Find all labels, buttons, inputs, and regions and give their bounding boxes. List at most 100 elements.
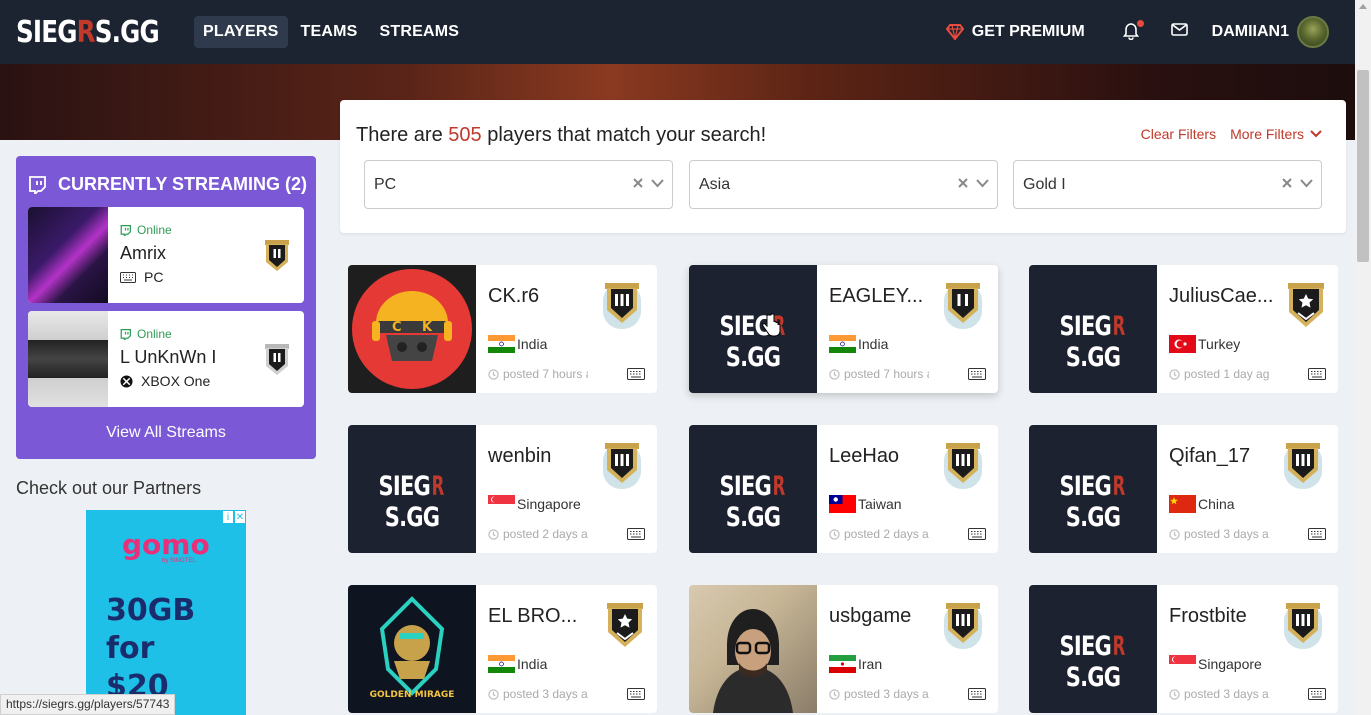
platform-filter-select[interactable]: PC — [364, 160, 673, 209]
platform-filter-value: PC — [374, 176, 397, 193]
posted-time: posted 3 days ago — [1169, 527, 1269, 541]
username[interactable]: DAMIIAN1 — [1212, 23, 1289, 41]
page-scrollbar[interactable] — [1355, 0, 1371, 715]
currently-streaming-panel: CURRENTLY STREAMING (2) Online Amrix PC … — [16, 156, 316, 459]
site-logo[interactable]: SIEGRS.GG — [16, 14, 190, 50]
player-name[interactable]: LeeHao — [829, 445, 899, 468]
player-card[interactable]: SIEGRS.GG EAGLEY... India posted 7 hours… — [689, 265, 998, 393]
golden-mirage-logo-icon: GOLDEN MIRAGE — [370, 596, 454, 700]
clear-filters-link[interactable]: Clear Filters — [1141, 126, 1216, 142]
stream-card-amrix[interactable]: Online Amrix PC — [28, 207, 304, 303]
player-card[interactable]: GOLDEN MIRAGE EL BRO... India posted 3 d… — [348, 585, 657, 713]
pc-keyboard-icon — [968, 687, 986, 705]
rank-champion-icon — [605, 601, 645, 656]
clock-icon — [488, 368, 499, 380]
flag-iran-icon — [829, 655, 856, 673]
streamer-name[interactable]: L UnKnWn I — [120, 347, 216, 368]
view-all-streams-link[interactable]: View All Streams — [16, 424, 316, 442]
player-name[interactable]: Frostbite — [1169, 605, 1247, 628]
main-nav: PLAYERS TEAMS STREAMS — [194, 16, 468, 48]
rank-gold-icon — [262, 239, 292, 278]
player-name[interactable]: EAGLEY... — [829, 285, 923, 308]
player-country: Turkey — [1169, 335, 1240, 353]
player-card[interactable]: SIEGRS.GG Frostbite Singapore posted 3 d… — [1029, 585, 1338, 713]
player-name[interactable]: wenbin — [488, 445, 551, 468]
summary-suffix: players that match your search! — [487, 124, 767, 146]
player-country: Singapore — [488, 495, 581, 513]
clear-x-icon[interactable] — [958, 178, 968, 188]
chevron-down-icon[interactable] — [976, 178, 989, 188]
clock-icon — [1169, 528, 1180, 540]
notifications-button[interactable] — [1122, 20, 1144, 42]
rank-silver-icon — [940, 601, 986, 656]
ad-line: 30GB — [106, 593, 196, 628]
partner-ad[interactable]: i ✕ gomo by SINGTEL 30GB for $20 — [86, 510, 246, 715]
player-card[interactable]: SIEGRS.GG Qifan_17 China posted 3 days a… — [1029, 425, 1338, 553]
posted-text: posted 1 day ago — [1184, 367, 1269, 381]
posted-time: posted 2 days ago — [488, 527, 588, 541]
get-premium-link[interactable]: GET PREMIUM — [945, 23, 1085, 41]
rank-filter-value: Gold I — [1023, 176, 1066, 193]
player-card[interactable]: SIEGRS.GG JuliusCae... Turkey posted 1 d… — [1029, 265, 1338, 393]
streamer-name[interactable]: Amrix — [120, 243, 166, 264]
clear-x-icon[interactable] — [633, 178, 643, 188]
rank-filter-select[interactable]: Gold I — [1013, 160, 1322, 209]
online-status: Online — [120, 327, 172, 341]
logo-accent-letter: R — [431, 471, 445, 502]
player-avatar[interactable]: SIEGRS.GG — [348, 425, 476, 553]
chevron-down-icon[interactable] — [651, 178, 664, 188]
pc-keyboard-icon — [968, 367, 986, 385]
siegrs-logo-text: SIEGRS.GG — [1059, 471, 1125, 533]
stream-thumbnail[interactable] — [28, 311, 108, 407]
player-avatar[interactable]: C K — [348, 265, 476, 393]
player-avatar[interactable]: SIEGRS.GG — [1029, 425, 1157, 553]
chevron-down-icon[interactable] — [1310, 130, 1322, 138]
ad-close-icon[interactable]: ✕ — [234, 510, 246, 524]
player-avatar[interactable]: SIEGRS.GG — [1029, 585, 1157, 713]
player-card[interactable]: SIEGRS.GG LeeHao Taiwan posted 2 days ag… — [689, 425, 998, 553]
pc-keyboard-icon — [1308, 687, 1326, 705]
player-avatar[interactable] — [689, 585, 817, 713]
filter-links: Clear Filters More Filters — [1141, 126, 1322, 142]
flag-singapore-icon — [1169, 655, 1196, 673]
player-name[interactable]: CK.r6 — [488, 285, 539, 308]
player-avatar[interactable]: SIEGRS.GG — [1029, 265, 1157, 393]
player-name[interactable]: usbgame — [829, 605, 911, 628]
player-avatar[interactable]: SIEGRS.GG — [689, 425, 817, 553]
nav-players[interactable]: PLAYERS — [194, 16, 288, 48]
logo-accent-letter: R — [1112, 631, 1126, 662]
scroll-up-arrow-icon[interactable] — [1359, 4, 1367, 9]
posted-text: posted 7 hours ago — [844, 367, 929, 381]
ad-line: for — [106, 631, 155, 666]
posted-time: posted 3 days ago — [488, 687, 588, 701]
player-card[interactable]: usbgame Iran posted 3 days ago — [689, 585, 998, 713]
stream-card-unknwn[interactable]: Online L UnKnWn I XBOX One — [28, 311, 304, 407]
player-name[interactable]: JuliusCae... — [1169, 285, 1274, 308]
clear-x-icon[interactable] — [1282, 178, 1292, 188]
player-name[interactable]: EL BRO... — [488, 605, 577, 628]
siegrs-logo: SIEGRS.GG — [348, 471, 476, 533]
posted-text: posted 3 days ago — [503, 687, 588, 701]
online-status: Online — [120, 223, 172, 237]
nav-streams[interactable]: STREAMS — [371, 16, 469, 48]
ad-brand: gomo — [122, 528, 210, 561]
player-card[interactable]: SIEGRS.GG wenbin Singapore posted 2 days… — [348, 425, 657, 553]
more-filters-link[interactable]: More Filters — [1230, 126, 1304, 142]
region-filter-select[interactable]: Asia — [689, 160, 998, 209]
posted-time: posted 7 hours ago — [488, 367, 588, 381]
user-avatar[interactable] — [1297, 16, 1329, 48]
messages-button[interactable] — [1170, 23, 1188, 41]
ad-info-icon[interactable]: i — [222, 510, 234, 524]
player-card[interactable]: C K CK.r6 India posted 7 hours ago — [348, 265, 657, 393]
flag-singapore-icon — [488, 495, 515, 513]
player-name[interactable]: Qifan_17 — [1169, 445, 1250, 468]
ad-choices[interactable]: i ✕ — [222, 510, 246, 524]
stream-thumbnail[interactable] — [28, 207, 108, 303]
pc-keyboard-icon — [627, 687, 645, 705]
scrollbar-thumb[interactable] — [1357, 70, 1369, 262]
player-avatar[interactable]: GOLDEN MIRAGE — [348, 585, 476, 713]
player-avatar[interactable]: SIEGRS.GG — [689, 265, 817, 393]
siegrs-logo-text: SIEGRS.GG — [703, 311, 803, 373]
chevron-down-icon[interactable] — [1300, 178, 1313, 188]
nav-teams[interactable]: TEAMS — [292, 16, 367, 48]
